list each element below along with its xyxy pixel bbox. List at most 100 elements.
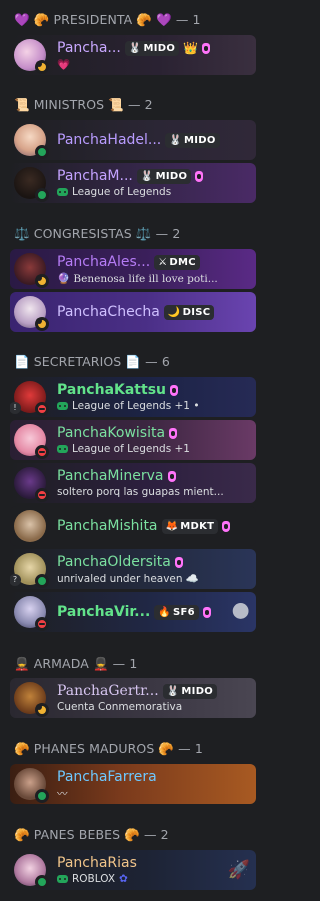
member-row[interactable]: PanchaChecha 🌙 DISC: [10, 292, 256, 332]
status-dnd-icon: [35, 617, 49, 631]
member-status-text: 💗: [57, 58, 71, 71]
swords-icon: ⚔: [158, 256, 168, 268]
status-dnd-icon: [35, 445, 49, 459]
gamepad-icon: [57, 875, 68, 883]
member-name: PanchaMinerva: [57, 468, 164, 484]
guild-tag: 🐰 MIDO: [136, 168, 192, 184]
member-row[interactable]: PanchaGertr... 🐰 MIDO Cuenta Conmemorativ…: [10, 678, 256, 718]
member-status-text: Cuenta Conmemorativa: [57, 701, 183, 713]
nitro-boost-icon: [174, 556, 183, 568]
gamepad-icon: [57, 445, 68, 453]
member-name: PanchaChecha: [57, 304, 160, 320]
member-row[interactable]: PanchaVir... 🔥 SF6 🌑: [10, 592, 256, 632]
member-status-text: unrivaled under heaven ☁️: [57, 572, 199, 585]
avatar: [14, 596, 49, 631]
member-name: PanchaHadel...: [57, 132, 162, 148]
tag-label: MIDO: [184, 134, 216, 146]
member-name: PanchaFarrera: [57, 769, 157, 785]
bunny-icon: 🐰: [166, 685, 180, 697]
nitro-boost-icon: [170, 384, 178, 396]
rocket-icon: 🚀: [227, 859, 250, 881]
alert-icon: ?: [10, 574, 21, 586]
role-header-panes: 🥐 PANES BEBES 🥐 — 2: [14, 825, 169, 845]
member-row[interactable]: PanchaM... 🐰 MIDO League of Legends: [10, 163, 256, 203]
avatar: !: [10, 381, 49, 416]
status-online-icon: [35, 574, 49, 588]
status-online-icon: [35, 875, 49, 889]
guild-tag: 🐰 MIDO: [124, 40, 180, 56]
status-dnd-icon: [35, 402, 49, 416]
avatar: [14, 167, 49, 202]
moon-icon: 🌙: [167, 306, 181, 318]
guild-tag: 🌙 DISC: [163, 304, 215, 320]
member-name: Pancha...: [57, 40, 121, 56]
tag-label: DMC: [169, 256, 196, 268]
member-name: PanchaVir...: [57, 604, 151, 620]
bunny-icon: 🐰: [140, 170, 154, 182]
bunny-icon: 🐰: [128, 42, 142, 54]
member-name: PanchaAles...: [57, 254, 151, 270]
role-header-congresistas: ⚖️ CONGRESISTAS ⚖️ — 2: [14, 224, 180, 244]
crown-icon: 👑: [183, 41, 199, 55]
avatar: ?: [10, 553, 49, 588]
role-label: 📄 SECRETARIOS 📄 — 6: [14, 354, 170, 369]
avatar: [14, 296, 49, 331]
gamepad-icon: [57, 402, 68, 410]
status-idle-icon: [35, 274, 49, 288]
loading-icon: ✿: [119, 873, 128, 885]
role-header-presidenta: 💜 🥐 PRESIDENTA 🥐 💜 — 1: [14, 10, 201, 30]
member-row[interactable]: Pancha... 🐰 MIDO 👑 💗: [10, 35, 256, 75]
avatar: [14, 768, 49, 803]
tag-label: MIDO: [155, 170, 188, 182]
role-label: 🥐 PANES BEBES 🥐 — 2: [14, 827, 169, 842]
activity-text: League of Legends +1 •: [72, 400, 200, 412]
role-label: 🥐 PHANES MADUROS 🥐 — 1: [14, 741, 203, 756]
nitro-boost-icon: [202, 606, 211, 618]
guild-tag: 🐰 MIDO: [165, 132, 220, 148]
status-online-icon: [35, 789, 49, 803]
gamepad-icon: [57, 188, 68, 196]
member-row[interactable]: PanchaHadel... 🐰 MIDO: [10, 120, 256, 160]
member-name: PanchaKattsu: [57, 382, 166, 398]
member-row[interactable]: ? PanchaOldersita unrivaled under heaven…: [10, 549, 256, 589]
member-row[interactable]: PanchaRias ROBLOX ✿ 🚀: [10, 850, 256, 890]
role-header-secretarios: 📄 SECRETARIOS 📄 — 6: [14, 352, 170, 372]
tag-label: MDKT: [180, 520, 215, 532]
status-online-icon: [35, 145, 49, 159]
avatar: [14, 124, 49, 159]
guild-tag: 🦊 MDKT: [161, 518, 219, 534]
member-status-text: 🔮 Benenosa life ill love poti...: [57, 272, 218, 285]
member-row[interactable]: PanchaAles... ⚔ DMC 🔮 Benenosa life ill l…: [10, 249, 256, 289]
status-idle-icon: [35, 703, 49, 717]
member-row[interactable]: PanchaFarrera 〰: [10, 764, 256, 804]
nitro-boost-icon: [167, 470, 176, 482]
member-row[interactable]: ! PanchaKattsu League of Legends +1 •: [10, 377, 256, 417]
nitro-boost-icon: [222, 520, 231, 532]
nitro-boost-icon: [195, 170, 204, 182]
status-online-icon: [35, 188, 49, 202]
role-header-armada: 💂 ARMADA 💂 — 1: [14, 654, 137, 674]
member-status-text: 〰: [57, 787, 68, 800]
guild-tag: 🔥 SF6: [154, 604, 199, 620]
tag-label: MIDO: [181, 685, 214, 697]
fox-icon: 🦊: [165, 520, 179, 532]
member-name: PanchaGertr...: [57, 683, 159, 699]
tag-label: DISC: [182, 306, 211, 318]
member-name: PanchaKowisita: [57, 425, 166, 441]
guild-tag: ⚔ DMC: [154, 254, 200, 270]
avatar: [14, 39, 49, 74]
status-idle-icon: [35, 60, 49, 74]
activity-text: League of Legends +1: [72, 443, 190, 455]
member-name: PanchaMishita: [57, 518, 158, 534]
member-row[interactable]: PanchaKowisita League of Legends +1: [10, 420, 256, 460]
avatar: [14, 510, 46, 542]
member-name: PanchaRias: [57, 855, 137, 871]
member-row[interactable]: PanchaMishita 🦊 MDKT: [10, 506, 256, 546]
tag-label: MIDO: [143, 42, 176, 54]
avatar: [14, 467, 49, 502]
avatar: [14, 854, 49, 889]
fire-icon: 🔥: [158, 606, 172, 618]
member-status-text: soltero porq las guapas mient...: [57, 486, 224, 498]
member-row[interactable]: PanchaMinerva soltero porq las guapas mi…: [10, 463, 256, 503]
role-label: 💂 ARMADA 💂 — 1: [14, 656, 138, 671]
